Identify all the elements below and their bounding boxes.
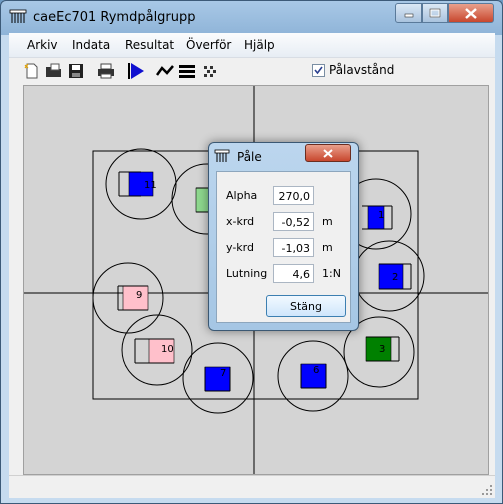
- pile-6[interactable]: 6: [277, 340, 349, 412]
- pile-11-label: 11: [144, 180, 157, 191]
- x-krd-unit: m: [322, 215, 333, 228]
- status-bar: [9, 475, 495, 498]
- save-icon[interactable]: [67, 62, 85, 80]
- dialog-body: Alpha x-krd m y-krd m Lutning 1:N Stäng: [216, 171, 351, 323]
- menu-hjalp[interactable]: Hjälp: [244, 38, 275, 52]
- x-krd-field[interactable]: [273, 212, 314, 231]
- pile-2[interactable]: 2: [353, 240, 425, 312]
- pile-3-label: 3: [379, 344, 385, 355]
- checkmark-icon: [314, 66, 323, 75]
- pile-distance-label[interactable]: Pålavstånd: [329, 63, 394, 77]
- close-icon: [465, 7, 477, 19]
- menu-arkiv[interactable]: Arkiv: [27, 38, 58, 52]
- dialog-app-icon: [214, 149, 230, 162]
- grid-dots-icon[interactable]: [202, 62, 220, 80]
- pile-10[interactable]: 10: [121, 314, 193, 386]
- x-krd-label: x-krd: [226, 215, 255, 228]
- dialog-title: Påle: [237, 150, 262, 164]
- y-krd-unit: m: [322, 241, 333, 254]
- pile-9[interactable]: 9: [92, 262, 164, 334]
- dialog-close-button[interactable]: [305, 144, 351, 162]
- stang-button[interactable]: Stäng: [266, 295, 346, 317]
- title-bar[interactable]: caeEc701 Rymdpålgrupp: [1, 1, 502, 33]
- lutning-unit: 1:N: [322, 267, 341, 280]
- pile-6-label: 6: [313, 365, 319, 376]
- pile-distance-checkbox[interactable]: [312, 64, 325, 77]
- y-krd-field[interactable]: [273, 238, 314, 257]
- app-icon: [9, 9, 27, 23]
- menu-overfor[interactable]: Överför: [186, 38, 231, 52]
- pile-dialog: Påle Alpha x-krd m y-krd m Lutning 1:N S…: [208, 142, 359, 331]
- minimize-button[interactable]: [395, 3, 422, 23]
- pile-11[interactable]: 11: [105, 148, 177, 220]
- minimize-icon: [404, 13, 413, 18]
- pile-10-label: 10: [161, 344, 174, 355]
- list-icon[interactable]: [178, 62, 196, 80]
- toolbar: Pålavstånd: [9, 58, 495, 84]
- maximize-button[interactable]: [422, 3, 448, 23]
- menu-bar: Arkiv Indata Resultat Överför Hjälp: [9, 33, 495, 58]
- pile-2-label: 2: [392, 272, 398, 283]
- pile-9-label: 9: [136, 290, 142, 301]
- alpha-label: Alpha: [226, 189, 258, 202]
- lutning-field[interactable]: [273, 264, 314, 283]
- new-file-icon[interactable]: [23, 62, 41, 80]
- y-krd-label: y-krd: [226, 241, 254, 254]
- run-icon[interactable]: [127, 62, 145, 80]
- menu-indata[interactable]: Indata: [72, 38, 110, 52]
- open-folder-icon[interactable]: [45, 62, 63, 80]
- menu-resultat[interactable]: Resultat: [125, 38, 174, 52]
- resize-grip-icon[interactable]: [481, 484, 493, 496]
- alpha-field[interactable]: [273, 186, 314, 205]
- pile-7[interactable]: 7: [182, 342, 254, 414]
- lutning-label: Lutning: [226, 267, 268, 280]
- pile-7-label: 7: [220, 368, 226, 379]
- pile-1-label: 1: [378, 210, 384, 221]
- window-title: caeEc701 Rymdpålgrupp: [33, 10, 196, 25]
- close-button[interactable]: [448, 3, 494, 23]
- close-icon: [323, 148, 333, 158]
- pile-2-square: [378, 263, 404, 290]
- maximize-icon: [429, 8, 441, 18]
- line-chart-icon[interactable]: [156, 62, 174, 80]
- print-icon[interactable]: [97, 62, 115, 80]
